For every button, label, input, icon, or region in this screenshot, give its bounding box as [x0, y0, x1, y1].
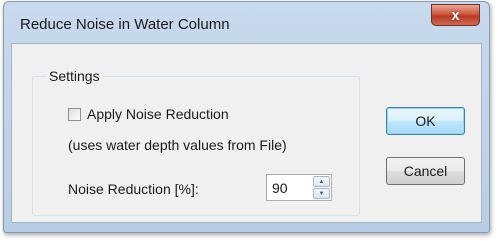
noise-reduction-input[interactable] — [267, 175, 313, 200]
title-bar[interactable]: Reduce Noise in Water Column x — [4, 2, 489, 43]
cancel-button[interactable]: Cancel — [386, 157, 465, 185]
chevron-down-icon: ▼ — [318, 190, 325, 197]
dialog-window: Reduce Noise in Water Column x Settings … — [3, 1, 490, 233]
noise-reduction-spinbox[interactable]: ▲ ▼ — [266, 174, 332, 201]
close-icon: x — [451, 6, 460, 24]
window-title: Reduce Noise in Water Column — [20, 16, 230, 33]
water-depth-note: (uses water depth values from File) — [68, 137, 287, 153]
apply-noise-reduction-row[interactable]: Apply Noise Reduction — [68, 106, 229, 122]
noise-reduction-label: Noise Reduction [%]: — [68, 181, 199, 197]
dialog-body: Settings Apply Noise Reduction (uses wat… — [11, 43, 482, 223]
spin-down-button[interactable]: ▼ — [313, 188, 330, 199]
close-button[interactable]: x — [431, 4, 480, 26]
apply-noise-reduction-checkbox[interactable] — [68, 107, 81, 121]
ok-button[interactable]: OK — [386, 107, 465, 135]
chevron-up-icon: ▲ — [318, 178, 325, 185]
apply-noise-reduction-label[interactable]: Apply Noise Reduction — [87, 106, 229, 122]
spin-up-button[interactable]: ▲ — [313, 176, 330, 187]
settings-group-label: Settings — [46, 68, 103, 84]
